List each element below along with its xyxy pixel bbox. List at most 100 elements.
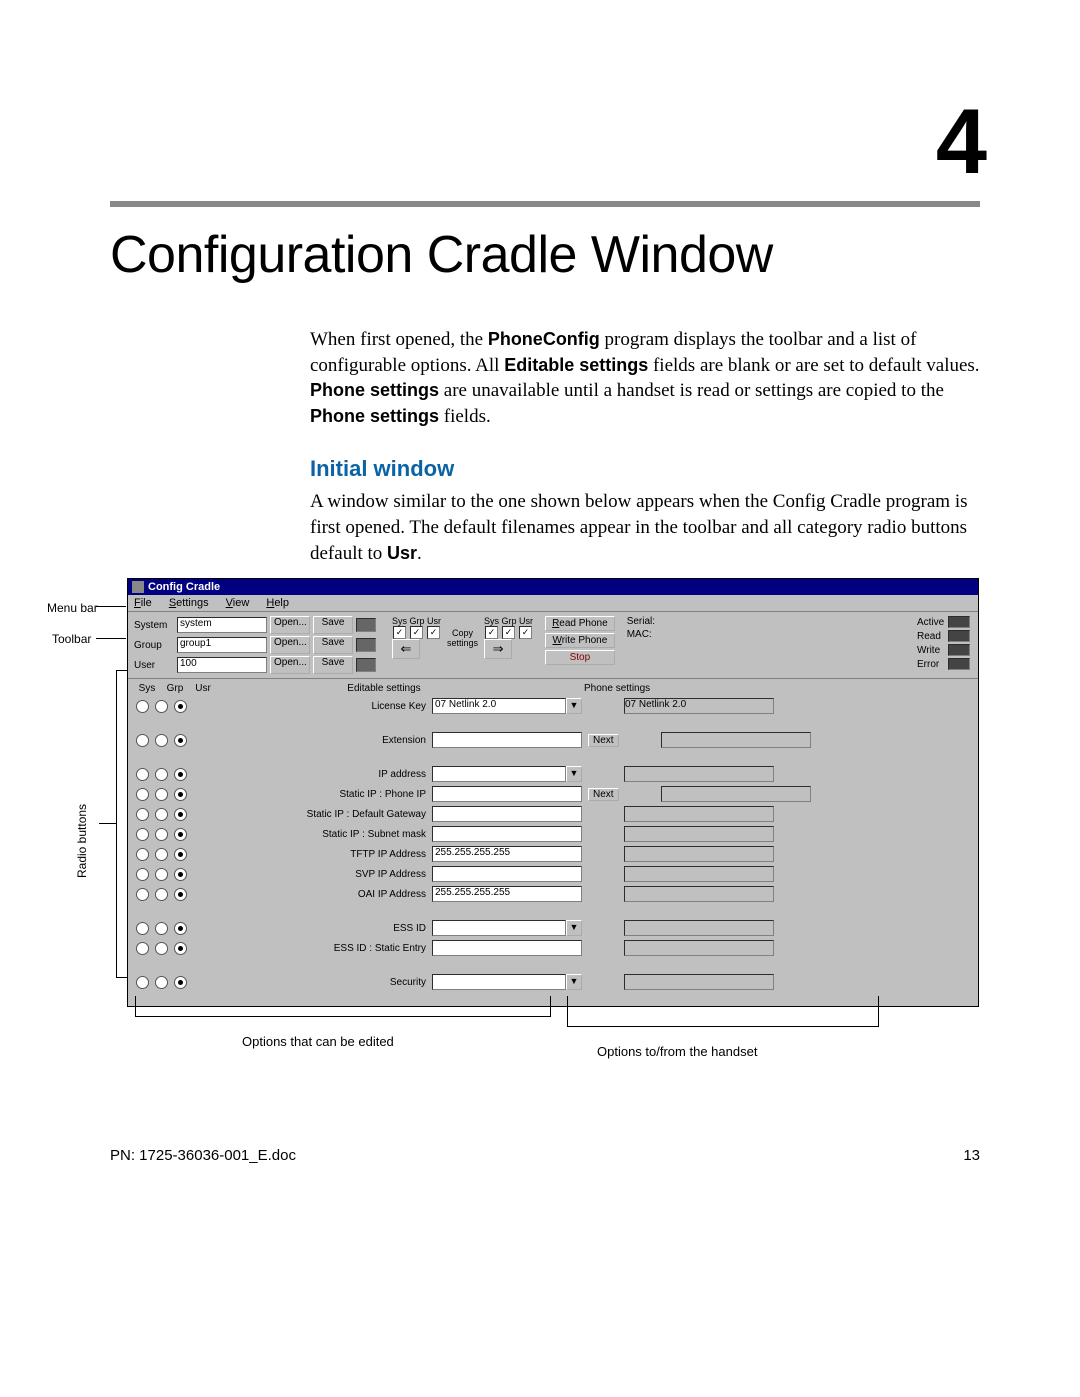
chk-right-usr[interactable]: ✓ xyxy=(519,626,532,639)
group-save-button[interactable]: Save xyxy=(313,636,353,654)
radio-usr[interactable] xyxy=(174,700,187,713)
user-save-button[interactable]: Save xyxy=(313,656,353,674)
radio-sys[interactable] xyxy=(136,848,149,861)
phone-value xyxy=(624,974,774,990)
editable-value[interactable] xyxy=(432,974,566,990)
radio-sys[interactable] xyxy=(136,868,149,881)
editable-value[interactable] xyxy=(432,826,582,842)
copy-left-button[interactable]: ⇐ xyxy=(392,639,420,659)
editable-value[interactable] xyxy=(432,866,582,882)
editable-value[interactable] xyxy=(432,786,582,802)
editable-value[interactable] xyxy=(432,940,582,956)
radio-grp[interactable] xyxy=(155,868,168,881)
radio-grp[interactable] xyxy=(155,848,168,861)
copy-settings-panel: Sys Grp Usr ✓ ✓ ✓ ⇐ Copy settings Sys Gr xyxy=(392,616,533,659)
radio-grp[interactable] xyxy=(155,700,168,713)
setting-label: Static IP : Default Gateway xyxy=(226,809,430,820)
dropdown-icon[interactable]: ▼ xyxy=(566,766,582,782)
setting-label: Security xyxy=(226,977,430,988)
radio-grp[interactable] xyxy=(155,828,168,841)
phone-value: 07 Netlink 2.0 xyxy=(624,698,774,714)
editable-value[interactable] xyxy=(432,766,566,782)
radio-grp[interactable] xyxy=(155,808,168,821)
system-input[interactable]: system xyxy=(177,617,267,633)
dropdown-icon[interactable]: ▼ xyxy=(566,974,582,990)
initial-window-paragraph: A window similar to the one shown below … xyxy=(310,489,980,566)
radio-grp[interactable] xyxy=(155,768,168,781)
setting-label: TFTP IP Address xyxy=(226,849,430,860)
radio-grp[interactable] xyxy=(155,922,168,935)
editable-value[interactable] xyxy=(432,732,582,748)
stop-button[interactable]: Stop xyxy=(545,650,615,665)
setting-row: ExtensionNext xyxy=(134,730,972,750)
chk-left-usr[interactable]: ✓ xyxy=(427,626,440,639)
chk-right-sys[interactable]: ✓ xyxy=(485,626,498,639)
radio-usr[interactable] xyxy=(174,734,187,747)
radio-usr[interactable] xyxy=(174,942,187,955)
system-open-button[interactable]: Open... xyxy=(270,616,310,634)
menu-view[interactable]: View xyxy=(226,597,250,609)
menu-settings[interactable]: Settings xyxy=(169,597,209,609)
dropdown-icon[interactable]: ▼ xyxy=(566,920,582,936)
setting-row: Static IP : Subnet mask xyxy=(134,824,972,844)
radio-grp[interactable] xyxy=(155,734,168,747)
system-save-button[interactable]: Save xyxy=(313,616,353,634)
setting-row: OAI IP Address255.255.255.255 xyxy=(134,884,972,904)
radio-grp[interactable] xyxy=(155,888,168,901)
menu-bar[interactable]: File Settings View Help xyxy=(128,595,978,612)
next-button[interactable]: Next xyxy=(588,734,619,747)
phone-value xyxy=(624,866,774,882)
phone-value xyxy=(624,886,774,902)
led-write xyxy=(948,644,970,656)
radio-usr[interactable] xyxy=(174,848,187,861)
radio-usr[interactable] xyxy=(174,788,187,801)
radio-sys[interactable] xyxy=(136,768,149,781)
write-phone-button[interactable]: Write Phone xyxy=(545,633,615,648)
read-phone-button[interactable]: Read Phone xyxy=(545,616,615,631)
phone-value xyxy=(624,806,774,822)
radio-usr[interactable] xyxy=(174,828,187,841)
menu-file[interactable]: File xyxy=(134,597,152,609)
radio-grp[interactable] xyxy=(155,942,168,955)
editable-value[interactable] xyxy=(432,920,566,936)
chk-right-grp[interactable]: ✓ xyxy=(502,626,515,639)
radio-sys[interactable] xyxy=(136,700,149,713)
radio-grp[interactable] xyxy=(155,976,168,989)
radio-sys[interactable] xyxy=(136,976,149,989)
editable-value[interactable]: 255.255.255.255 xyxy=(432,886,582,902)
editable-value[interactable] xyxy=(432,806,582,822)
next-button[interactable]: Next xyxy=(588,788,619,801)
setting-row: ESS ID▼ xyxy=(134,918,972,938)
group-indicator xyxy=(356,638,376,652)
radio-sys[interactable] xyxy=(136,788,149,801)
radio-usr[interactable] xyxy=(174,808,187,821)
chk-left-grp[interactable]: ✓ xyxy=(410,626,423,639)
callout-toolbar: Toolbar xyxy=(52,632,91,646)
radio-usr[interactable] xyxy=(174,868,187,881)
phone-value xyxy=(624,766,774,782)
dropdown-icon[interactable]: ▼ xyxy=(566,698,582,714)
editable-value[interactable]: 255.255.255.255 xyxy=(432,846,582,862)
user-open-button[interactable]: Open... xyxy=(270,656,310,674)
radio-sys[interactable] xyxy=(136,888,149,901)
group-input[interactable]: group1 xyxy=(177,637,267,653)
menu-help[interactable]: Help xyxy=(266,597,289,609)
radio-sys[interactable] xyxy=(136,808,149,821)
chk-left-sys[interactable]: ✓ xyxy=(393,626,406,639)
radio-usr[interactable] xyxy=(174,922,187,935)
copy-right-button[interactable]: ⇒ xyxy=(484,639,512,659)
radio-usr[interactable] xyxy=(174,888,187,901)
radio-grp[interactable] xyxy=(155,788,168,801)
radio-usr[interactable] xyxy=(174,976,187,989)
radio-sys[interactable] xyxy=(136,922,149,935)
radio-sys[interactable] xyxy=(136,828,149,841)
radio-usr[interactable] xyxy=(174,768,187,781)
setting-label: SVP IP Address xyxy=(226,869,430,880)
user-input[interactable]: 100 xyxy=(177,657,267,673)
setting-label: IP address xyxy=(226,769,430,780)
radio-sys[interactable] xyxy=(136,942,149,955)
phone-value xyxy=(624,940,774,956)
group-open-button[interactable]: Open... xyxy=(270,636,310,654)
editable-value[interactable]: 07 Netlink 2.0 xyxy=(432,698,566,714)
radio-sys[interactable] xyxy=(136,734,149,747)
